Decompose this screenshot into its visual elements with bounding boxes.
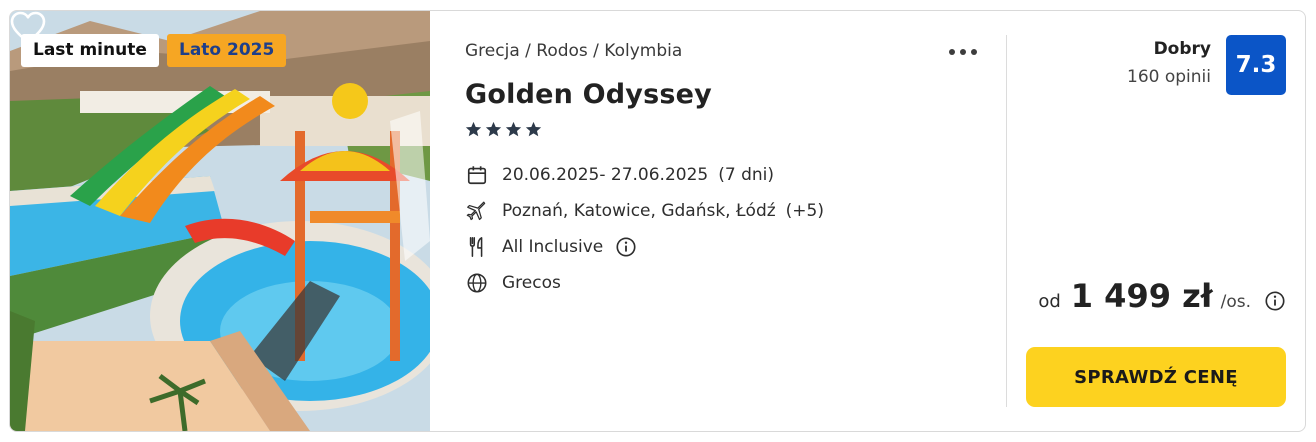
price-suffix: /os. bbox=[1220, 292, 1251, 312]
breadcrumb[interactable]: Grecja / Rodos / Kolymbia bbox=[465, 41, 682, 61]
duration-text: (7 dni) bbox=[718, 165, 774, 185]
more-dots-icon[interactable] bbox=[946, 45, 980, 59]
season-badge: Lato 2025 bbox=[167, 34, 287, 67]
globe-icon bbox=[467, 273, 487, 293]
price-line: od 1 499 zł /os. bbox=[1038, 277, 1251, 315]
dates-row: 20.06.2025- 27.06.2025 (7 dni) bbox=[466, 164, 774, 186]
star-icon bbox=[485, 121, 502, 137]
hotel-stars bbox=[465, 121, 542, 138]
operator-text: Grecos bbox=[502, 273, 561, 293]
check-price-button[interactable]: SPRAWDŹ CENĘ bbox=[1026, 347, 1286, 407]
price-value: 1 499 zł bbox=[1070, 277, 1213, 315]
reviews-count[interactable]: 160 opinii bbox=[1127, 67, 1211, 87]
heart-outline-icon[interactable] bbox=[10, 11, 46, 45]
vertical-divider bbox=[1006, 35, 1007, 407]
rating-score-badge: 7.3 bbox=[1226, 35, 1286, 95]
star-icon bbox=[465, 121, 482, 137]
departures-row: Poznań, Katowice, Gdańsk, Łódź (+5) bbox=[466, 200, 824, 222]
calendar-icon bbox=[467, 166, 487, 185]
offer-card[interactable]: Last minute Lato 2025 Grecja / Rodos / K… bbox=[9, 10, 1306, 432]
board-row: All Inclusive bbox=[466, 236, 637, 258]
departures-more[interactable]: (+5) bbox=[786, 201, 824, 221]
rating-label: Dobry bbox=[1153, 39, 1211, 59]
price-info-icon[interactable] bbox=[1264, 290, 1286, 312]
dates-text: 20.06.2025- 27.06.2025 bbox=[502, 165, 709, 185]
hotel-photo[interactable]: Last minute Lato 2025 bbox=[10, 11, 430, 431]
operator-row: Grecos bbox=[466, 272, 561, 294]
cutlery-icon bbox=[469, 237, 483, 257]
price-prefix: od bbox=[1038, 291, 1061, 312]
waterpark-photo bbox=[10, 11, 430, 431]
hotel-name[interactable]: Golden Odyssey bbox=[465, 79, 712, 110]
plane-icon bbox=[466, 201, 486, 221]
star-icon bbox=[505, 121, 522, 137]
info-icon[interactable] bbox=[615, 236, 637, 258]
departures-text: Poznań, Katowice, Gdańsk, Łódź bbox=[502, 201, 776, 221]
board-text: All Inclusive bbox=[502, 237, 604, 257]
star-icon bbox=[525, 121, 542, 137]
